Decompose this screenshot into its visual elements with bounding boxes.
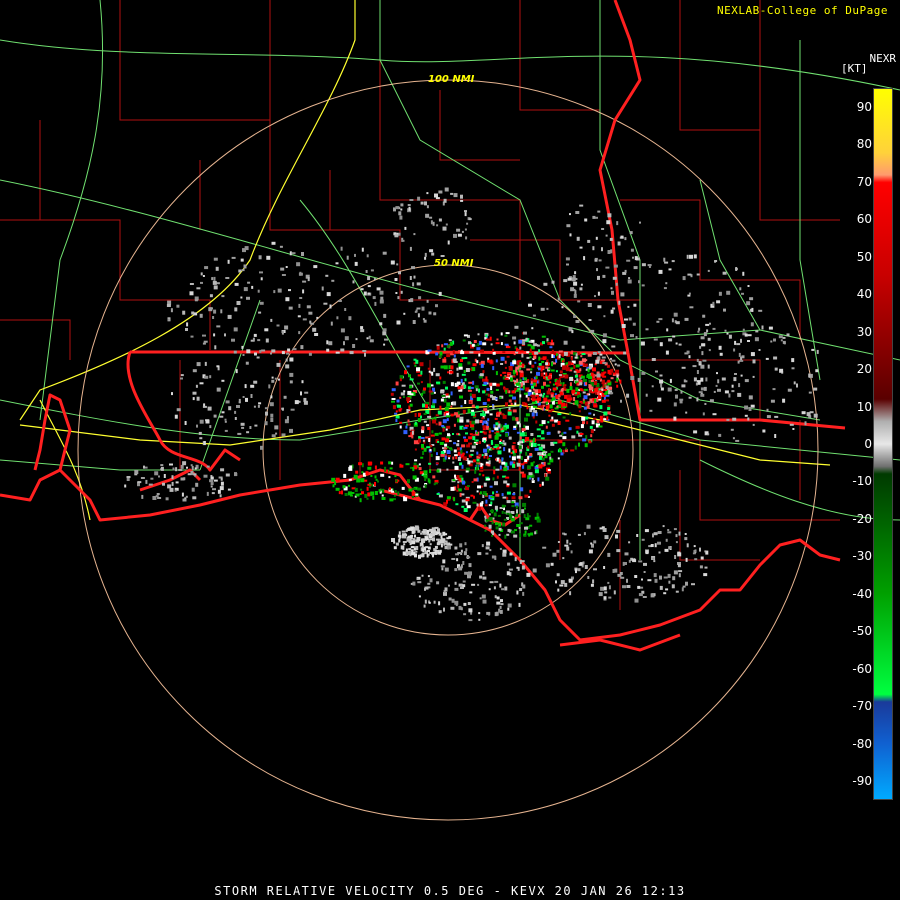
colorbar-tick: -20	[852, 511, 872, 526]
colorbar-tick: 20	[856, 362, 872, 377]
colorbar-tick: -50	[852, 624, 872, 639]
product-caption: STORM RELATIVE VELOCITY 0.5 DEG - KEVX 2…	[214, 884, 686, 898]
range-ring-100-label: 100 NMI	[428, 74, 475, 85]
velocity-colorbar	[873, 88, 893, 800]
colorbar-tick: -40	[852, 586, 872, 601]
radar-map[interactable]	[0, 0, 900, 900]
colorbar-tick: -10	[852, 474, 872, 489]
colorbar-tick: 40	[856, 287, 872, 302]
colorbar-tick: 70	[856, 174, 872, 189]
colorbar-tick: -80	[852, 736, 872, 751]
colorbar-tick: 60	[856, 212, 872, 227]
colorbar-tick: -90	[852, 774, 872, 789]
product-code: NEXR	[869, 52, 897, 65]
range-ring-50-label: 50 NMI	[434, 258, 474, 269]
colorbar-tick: 50	[856, 249, 872, 264]
colorbar-tick: 0	[864, 437, 872, 451]
colorbar-tick: 10	[856, 399, 872, 414]
colorbar-tick: -30	[852, 549, 872, 564]
colorbar-tick: 80	[856, 137, 872, 152]
colorbar-tick: -60	[852, 661, 872, 676]
credit-text: NEXLAB-College of DuPage	[717, 4, 888, 17]
radar-returns	[124, 187, 819, 622]
colorbar-tick: -70	[852, 699, 872, 714]
units-label: [KT]	[841, 62, 868, 75]
colorbar-tick-labels: 90 80 70 60 50 40 30 20 10 0 -10 -20 -30 -40 -50 -60 -70…	[846, 88, 872, 800]
colorbar-tick: 90	[856, 99, 872, 114]
colorbar-tick: 30	[856, 324, 872, 339]
radar-viewer: NEXLAB-College of DuPage NEXR [KT] 100 N…	[0, 0, 900, 900]
